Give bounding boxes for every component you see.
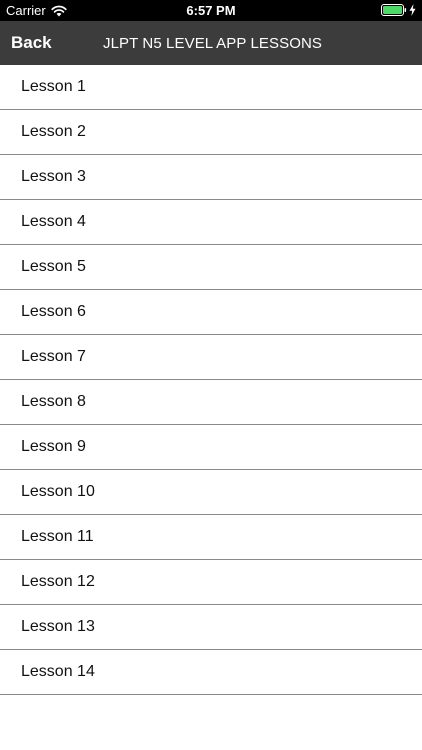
lesson-item-3[interactable]: Lesson 3 (0, 155, 422, 200)
battery-icon (381, 4, 407, 16)
lesson-label: Lesson 10 (21, 483, 95, 500)
charging-bolt-icon (409, 4, 416, 16)
lesson-label: Lesson 3 (21, 168, 86, 185)
lesson-list: Lesson 1 Lesson 2 Lesson 3 Lesson 4 Less… (0, 65, 422, 695)
lesson-item-11[interactable]: Lesson 11 (0, 515, 422, 560)
lesson-label: Lesson 5 (21, 258, 86, 275)
lesson-label: Lesson 12 (21, 573, 95, 590)
lesson-label: Lesson 11 (21, 528, 94, 545)
lesson-label: Lesson 4 (21, 213, 86, 230)
back-button[interactable]: Back (11, 33, 52, 53)
lesson-label: Lesson 2 (21, 123, 86, 140)
lesson-item-13[interactable]: Lesson 13 (0, 605, 422, 650)
lesson-item-10[interactable]: Lesson 10 (0, 470, 422, 515)
lesson-item-8[interactable]: Lesson 8 (0, 380, 422, 425)
lesson-item-6[interactable]: Lesson 6 (0, 290, 422, 335)
battery-indicator (381, 4, 416, 16)
navigation-bar: Back JLPT N5 LEVEL APP LESSONS (0, 21, 422, 65)
page-title: JLPT N5 LEVEL APP LESSONS (103, 35, 323, 52)
lesson-label: Lesson 1 (21, 78, 86, 95)
lesson-item-2[interactable]: Lesson 2 (0, 110, 422, 155)
lesson-label: Lesson 6 (21, 303, 86, 320)
lesson-item-7[interactable]: Lesson 7 (0, 335, 422, 380)
lesson-label: Lesson 14 (21, 663, 95, 680)
lesson-item-5[interactable]: Lesson 5 (0, 245, 422, 290)
status-time: 6:57 PM (186, 3, 236, 18)
lesson-label: Lesson 9 (21, 438, 86, 455)
lesson-label: Lesson 13 (21, 618, 95, 635)
lesson-item-9[interactable]: Lesson 9 (0, 425, 422, 470)
lesson-item-1[interactable]: Lesson 1 (0, 65, 422, 110)
lesson-label: Lesson 7 (21, 348, 86, 365)
status-bar: Carrier 6:57 PM (0, 0, 422, 21)
lesson-label: Lesson 8 (21, 393, 86, 410)
lesson-item-12[interactable]: Lesson 12 (0, 560, 422, 605)
lesson-item-14[interactable]: Lesson 14 (0, 650, 422, 695)
lesson-item-4[interactable]: Lesson 4 (0, 200, 422, 245)
